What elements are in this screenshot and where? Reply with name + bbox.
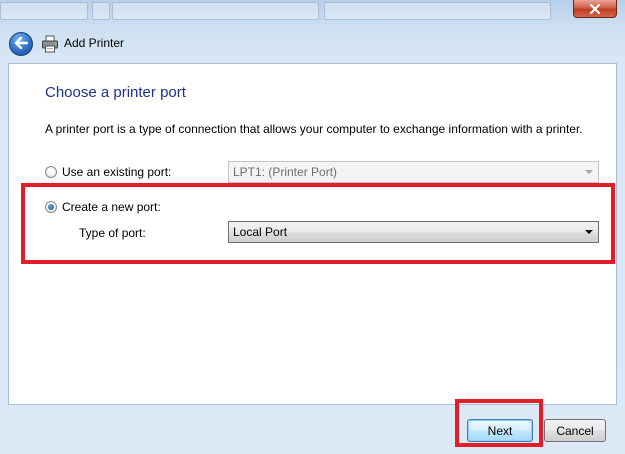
page-heading: Choose a printer port [45,84,186,101]
window-frame: Add Printer Choose a printer port A prin… [0,0,625,454]
new-port-label: Create a new port: [62,200,161,214]
ghost-tab [0,2,88,20]
navigation-bar: Add Printer [0,28,625,58]
ghost-tab [92,2,110,20]
port-type-label: Type of port: [79,226,146,240]
back-button[interactable] [9,32,33,56]
background-window-titles [0,0,560,22]
printer-icon [41,35,59,53]
existing-port-option[interactable]: Use an existing port: [45,165,171,179]
window-title: Add Printer [64,36,125,50]
dropdown-arrow-icon [585,230,593,234]
dropdown-arrow-icon [585,170,593,174]
wizard-content: Choose a printer port A printer port is … [8,63,617,405]
next-button[interactable]: Next [467,419,533,442]
existing-port-dropdown: LPT1: (Printer Port) [228,161,599,183]
existing-port-radio[interactable] [45,166,57,178]
page-description: A printer port is a type of connection t… [45,122,583,136]
ghost-tab [324,2,551,20]
radio-selected-dot [48,204,54,210]
close-button[interactable] [573,0,617,18]
port-type-dropdown[interactable]: Local Port [228,221,599,243]
existing-port-value: LPT1: (Printer Port) [233,165,338,179]
new-port-option[interactable]: Create a new port: [45,200,161,214]
back-arrow-icon [14,36,29,52]
port-type-value: Local Port [233,225,288,239]
close-icon [589,3,601,14]
existing-port-label: Use an existing port: [62,165,172,179]
cancel-button[interactable]: Cancel [544,419,606,442]
new-port-radio[interactable] [45,201,57,213]
title-bar [0,0,625,24]
ghost-tab [112,2,319,20]
